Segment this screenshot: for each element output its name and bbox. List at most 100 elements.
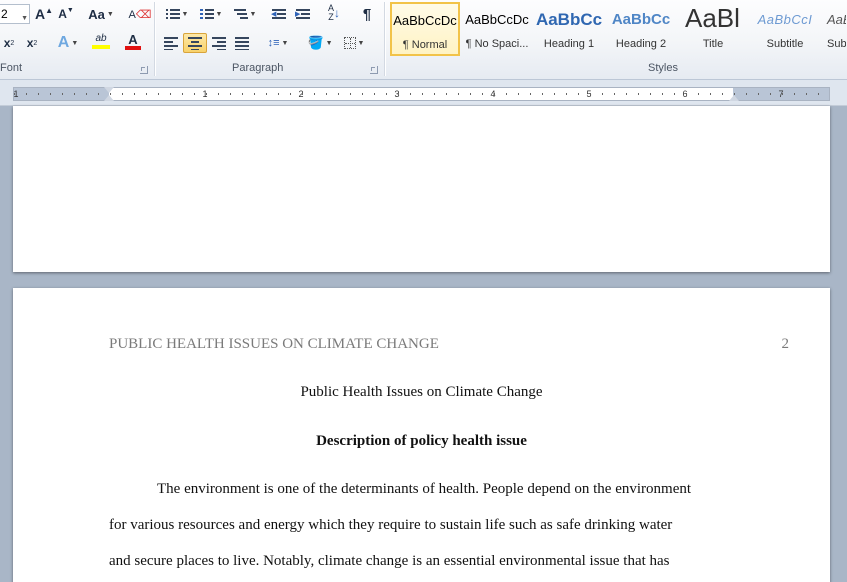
ruler-tick xyxy=(266,93,267,95)
style-name: Subtitle xyxy=(766,38,804,50)
ruler-tick xyxy=(518,93,519,95)
multilevel-list-icon xyxy=(233,8,248,20)
ruler-tick xyxy=(614,93,615,95)
align-left-button[interactable] xyxy=(160,33,182,53)
clear-formatting-button[interactable]: A⌫ xyxy=(128,4,152,24)
ruler-tick xyxy=(602,93,603,95)
paragraph-dialog-launcher-icon[interactable] xyxy=(370,66,378,74)
grow-font-icon: A xyxy=(34,6,46,22)
ruler-tick xyxy=(710,93,711,95)
ruler-tick xyxy=(506,93,507,95)
ruler-tick xyxy=(578,93,579,95)
sort-button[interactable]: A Z ↓ xyxy=(322,3,346,23)
increase-indent-button[interactable]: ▶ xyxy=(292,4,314,24)
ruler-tick xyxy=(758,93,759,95)
style-subtle-emphasis[interactable]: AaB Sub xyxy=(822,2,847,56)
ruler-tick xyxy=(350,93,351,95)
ruler-tick xyxy=(362,93,363,95)
ruler-tick xyxy=(470,93,471,95)
styles-group-label: Styles xyxy=(648,62,678,74)
page-1-bottom[interactable] xyxy=(13,106,830,272)
style-title[interactable]: AaBl Title xyxy=(678,2,748,56)
chevron-down-icon[interactable]: ▼ xyxy=(21,10,28,28)
style-name: Sub xyxy=(827,38,846,50)
shrink-font-icon: A xyxy=(58,7,67,21)
ruler-tick xyxy=(806,93,807,95)
shading-button[interactable]: 🪣 ▼ xyxy=(304,33,336,53)
superscript-button[interactable]: x2 xyxy=(22,33,42,53)
align-right-icon xyxy=(212,37,226,50)
ruler-tick xyxy=(26,93,27,95)
text-effects-icon: A xyxy=(57,34,70,51)
font-group-label: Font xyxy=(0,62,23,74)
ruler-tick xyxy=(290,93,291,95)
style-subtitle[interactable]: AaBbCcI Subtitle xyxy=(750,2,820,56)
bullets-icon xyxy=(165,8,180,20)
decrease-indent-button[interactable]: ◀ xyxy=(268,4,290,24)
ruler-tick xyxy=(818,93,819,95)
style-normal[interactable]: AaBbCcDc ¶ Normal xyxy=(390,2,460,56)
ruler-tick xyxy=(698,93,699,95)
shrink-font-button[interactable]: A ▼ xyxy=(56,4,76,24)
style-no-spacing[interactable]: AaBbCcDc ¶ No Spaci... xyxy=(462,2,532,56)
ruler-tick xyxy=(530,93,531,95)
highlight-button[interactable]: ab xyxy=(86,31,116,51)
font-color-button[interactable]: A xyxy=(118,31,148,51)
ruler-tick xyxy=(14,93,15,95)
text-effects-button[interactable]: A ▼ xyxy=(54,33,82,53)
ruler-tick xyxy=(410,93,411,95)
decrease-indent-icon: ◀ xyxy=(271,8,286,20)
horizontal-ruler[interactable]: 1 1 2 3 4 5 6 7 xyxy=(13,87,830,101)
ruler-tick xyxy=(494,93,495,95)
document-title: Public Health Issues on Climate Change xyxy=(300,384,543,400)
ruler-tick xyxy=(146,93,147,95)
ruler-tick xyxy=(794,93,795,95)
show-formatting-marks-button[interactable]: ¶ xyxy=(356,4,378,24)
first-line-indent-marker[interactable] xyxy=(104,87,114,93)
ruler-tick xyxy=(770,93,771,95)
bullets-button[interactable]: ▼ xyxy=(162,4,192,24)
ruler-tick xyxy=(326,93,327,95)
ruler-tick xyxy=(62,93,63,95)
align-left-icon xyxy=(164,37,178,50)
body-text-line: for various resources and energy which t… xyxy=(109,517,673,533)
paint-bucket-icon: 🪣 xyxy=(307,35,324,50)
style-preview: AaB xyxy=(827,12,846,27)
pilcrow-icon: ¶ xyxy=(362,5,372,23)
style-heading-1[interactable]: AaBbCc Heading 1 xyxy=(534,2,604,56)
borders-button[interactable]: ▼ xyxy=(338,33,370,53)
multilevel-list-button[interactable]: ▼ xyxy=(230,4,260,24)
align-center-button[interactable] xyxy=(183,33,207,53)
group-divider xyxy=(384,2,385,76)
superscript-icon: x xyxy=(26,36,34,50)
ruler-tick xyxy=(206,93,207,95)
font-dialog-launcher-icon[interactable] xyxy=(140,66,148,74)
style-name: Heading 2 xyxy=(615,38,667,50)
line-spacing-button[interactable]: ↕≡ ▼ xyxy=(262,33,294,53)
hanging-indent-marker[interactable] xyxy=(104,95,114,101)
grow-font-button[interactable]: A ▲ xyxy=(33,4,55,24)
ruler-tick xyxy=(386,93,387,95)
ruler-tick xyxy=(746,93,747,95)
change-case-button[interactable]: Aa ▼ xyxy=(86,4,116,24)
ruler-tick xyxy=(74,93,75,95)
subscript-button[interactable]: x2 xyxy=(0,33,18,53)
style-preview: AaBbCcI xyxy=(757,12,813,27)
style-heading-2[interactable]: AaBbCc Heading 2 xyxy=(606,2,676,56)
ruler-tick xyxy=(110,93,111,95)
increase-indent-icon: ▶ xyxy=(295,8,310,20)
right-indent-marker[interactable] xyxy=(729,95,739,101)
ruler-tick xyxy=(554,93,555,95)
ruler-tick xyxy=(38,93,39,95)
line-spacing-icon: ↕≡ xyxy=(267,37,280,49)
page-2[interactable]: PUBLIC HEALTH ISSUES ON CLIMATE CHANGE 2… xyxy=(13,288,830,582)
ruler-tick xyxy=(674,93,675,95)
align-center-icon xyxy=(188,37,202,50)
ruler-tick xyxy=(662,93,663,95)
ruler-tick xyxy=(566,93,567,95)
align-right-button[interactable] xyxy=(208,33,230,53)
justify-button[interactable] xyxy=(231,33,253,53)
font-size-field[interactable]: 2 ▼ xyxy=(0,4,30,24)
numbering-button[interactable]: ▼ xyxy=(196,4,226,24)
ruler-tick xyxy=(122,93,123,95)
